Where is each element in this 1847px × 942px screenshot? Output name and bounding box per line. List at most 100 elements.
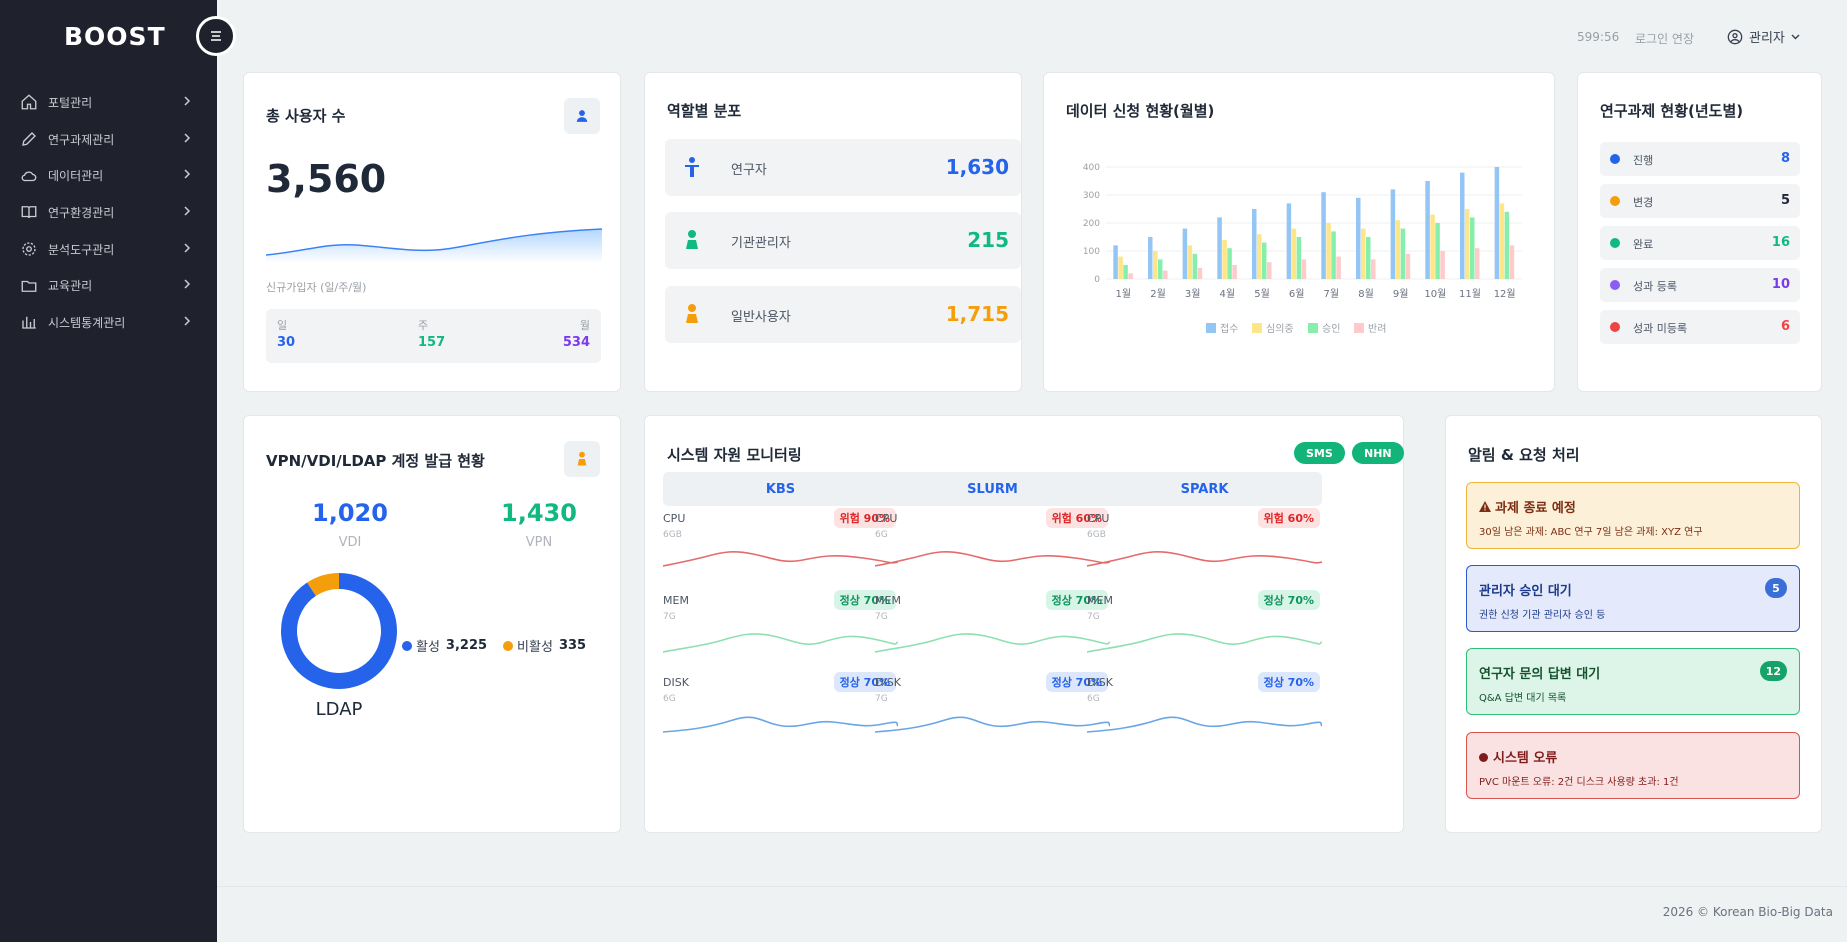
bar-4 bbox=[1232, 265, 1237, 279]
user-icon-button[interactable] bbox=[564, 98, 600, 134]
y-tick-label: 400 bbox=[1083, 163, 1100, 173]
alert-system-error[interactable]: 시스템 오류 PVC 마운트 오류: 2건 디스크 사용량 초과: 1건 bbox=[1466, 732, 1800, 799]
sidebar-item-data[interactable]: 데이터관리 bbox=[0, 157, 217, 194]
sms-pill-button[interactable]: SMS bbox=[1294, 442, 1345, 464]
brand-logo[interactable]: BOOST bbox=[64, 22, 166, 51]
alert-title: 연구자 문의 답변 대기 bbox=[1479, 667, 1601, 682]
alert-text: 권한 신청 기관 관리자 승인 등 bbox=[1479, 610, 1606, 621]
sidebar-item-research-env[interactable]: 연구환경관리 bbox=[0, 194, 217, 231]
project-status-label: 완료 bbox=[1633, 238, 1654, 251]
monitor-column-header[interactable]: KBS bbox=[663, 472, 898, 506]
sidebar-item-label: 분석도구관리 bbox=[48, 242, 115, 257]
alert-text: Q&A 답변 대기 목록 bbox=[1479, 693, 1567, 704]
sidebar-item-label: 데이터관리 bbox=[48, 169, 104, 184]
projects-yearly-card: 연구과제 현황(년도별) 진행 8 변경 5 완료 16 성과 등록 10 성과… bbox=[1577, 72, 1822, 392]
monitor-column-header[interactable]: SPARK bbox=[1087, 472, 1322, 506]
bar-4 bbox=[1197, 267, 1203, 279]
bar-4 bbox=[1336, 256, 1341, 279]
donut-legend: 활성 3,225 비활성 335 bbox=[402, 636, 586, 655]
bar-2 bbox=[1118, 256, 1123, 279]
legend-swatch bbox=[1354, 323, 1364, 333]
bar-4 bbox=[1371, 259, 1376, 279]
bar-3 bbox=[1504, 211, 1510, 279]
gear-icon bbox=[20, 240, 38, 258]
sidebar-item-system-stats[interactable]: 시스템통계관리 bbox=[0, 304, 217, 341]
project-status-registered[interactable]: 성과 등록 10 bbox=[1600, 268, 1800, 302]
role-value: 215 bbox=[967, 228, 1009, 252]
metric-sublabel: 6G bbox=[1087, 694, 1100, 704]
sidebar-item-education[interactable]: 교육관리 bbox=[0, 267, 217, 304]
role-row-institution-manager: 기관관리자 215 bbox=[665, 212, 1021, 269]
project-status-unregistered[interactable]: 성과 미등록 6 bbox=[1600, 310, 1800, 344]
legend-label: 승인 bbox=[1322, 323, 1340, 335]
x-tick-label: 5월 bbox=[1254, 288, 1270, 300]
vdi-value: 1,020 bbox=[312, 499, 388, 527]
vdi-label: VDI bbox=[338, 535, 362, 550]
bar-1 bbox=[1356, 197, 1361, 279]
x-tick-label: 11월 bbox=[1459, 288, 1481, 300]
sidebar-item-label: 연구과제관리 bbox=[48, 132, 115, 147]
bar-1 bbox=[1390, 189, 1396, 279]
alert-project-ending[interactable]: 과제 종료 예정 30일 남은 과제: ABC 연구 7일 남은 과제: XYZ… bbox=[1466, 482, 1800, 549]
role-value: 1,630 bbox=[945, 155, 1009, 179]
vpn-label: VPN bbox=[525, 535, 553, 550]
footer: 2026 © Korean Bio-Big Data bbox=[217, 886, 1847, 942]
account-icon-button[interactable] bbox=[564, 441, 600, 477]
chevron-right-icon bbox=[184, 133, 191, 143]
metric-label: CPU bbox=[663, 512, 686, 525]
ldap-donut-chart bbox=[281, 573, 397, 689]
bar-2 bbox=[1153, 251, 1158, 279]
monitor-column-header[interactable]: SLURM bbox=[875, 472, 1110, 506]
y-tick-label: 200 bbox=[1083, 219, 1100, 229]
bar-2 bbox=[1187, 245, 1193, 279]
legend-label: 접수 bbox=[1220, 323, 1238, 335]
metric-sublabel: 6G bbox=[663, 694, 676, 704]
project-status-label: 성과 미등록 bbox=[1633, 322, 1688, 335]
sidebar-toggle-button[interactable] bbox=[196, 16, 236, 56]
metric-sublabel: 7G bbox=[875, 694, 888, 704]
metric-sublabel: 7G bbox=[875, 612, 888, 622]
sidebar-item-analysis-tools[interactable]: 분석도구관리 bbox=[0, 231, 217, 268]
legend-inactive-value: 335 bbox=[558, 638, 587, 653]
project-status-changed[interactable]: 변경 5 bbox=[1600, 184, 1800, 218]
alert-title-text: 과제 종료 예정 bbox=[1495, 501, 1576, 516]
sidebar-item-projects[interactable]: 연구과제관리 bbox=[0, 121, 217, 158]
x-tick-label: 7월 bbox=[1324, 288, 1340, 300]
bar-2 bbox=[1395, 220, 1401, 279]
metric-status-badge: 정상 70% bbox=[1257, 672, 1320, 692]
metric-label: DISK bbox=[875, 676, 901, 689]
legend-active-value: 3,225 bbox=[445, 638, 488, 653]
card-title: 역할별 분포 bbox=[667, 102, 742, 120]
period-week-label: 주 bbox=[418, 319, 429, 332]
metric-sublabel: 6G bbox=[875, 530, 888, 540]
sidebar-nav: 포털관리 연구과제관리 데이터관리 연구환경관리 분석도구관리 교육관리 시스템… bbox=[0, 84, 217, 341]
metric-label: DISK bbox=[1087, 676, 1113, 689]
alert-researcher-questions[interactable]: 연구자 문의 답변 대기 Q&A 답변 대기 목록 12 bbox=[1466, 648, 1800, 715]
folder-icon bbox=[20, 277, 38, 295]
bar-3 bbox=[1158, 259, 1163, 279]
x-tick-label: 3월 bbox=[1185, 288, 1201, 300]
bar-1 bbox=[1252, 209, 1257, 279]
user-circle-icon bbox=[1727, 29, 1743, 44]
user-menu[interactable]: 관리자 bbox=[1727, 27, 1800, 46]
project-status-in-progress[interactable]: 진행 8 bbox=[1600, 142, 1800, 176]
total-users-value: 3,560 bbox=[266, 157, 387, 201]
x-tick-label: 12월 bbox=[1494, 288, 1516, 300]
error-dot-icon bbox=[1479, 753, 1488, 762]
bar-2 bbox=[1222, 239, 1227, 279]
ldap-label: LDAP bbox=[315, 699, 363, 720]
x-tick-label: 8월 bbox=[1358, 288, 1374, 300]
nhn-pill-button[interactable]: NHN bbox=[1352, 442, 1404, 464]
sidebar: BOOST 포털관리 연구과제관리 데이터관리 연구환경관리 분석도구관리 교육… bbox=[0, 0, 217, 942]
metric-label: CPU bbox=[875, 512, 898, 525]
alert-admin-approval[interactable]: 관리자 승인 대기 권한 신청 기관 관리자 승인 등 5 bbox=[1466, 565, 1800, 632]
sidebar-item-portal[interactable]: 포털관리 bbox=[0, 84, 217, 121]
extend-login-button[interactable]: 로그인 연장 bbox=[1635, 30, 1694, 47]
bar-2 bbox=[1430, 214, 1435, 279]
metric-sublabel: 7G bbox=[663, 612, 676, 622]
sidebar-item-label: 시스템통계관리 bbox=[48, 315, 126, 330]
bar-1 bbox=[1494, 167, 1500, 279]
project-status-completed[interactable]: 완료 16 bbox=[1600, 226, 1800, 260]
bar-4 bbox=[1440, 251, 1445, 279]
sidebar-item-label: 교육관리 bbox=[48, 279, 93, 294]
